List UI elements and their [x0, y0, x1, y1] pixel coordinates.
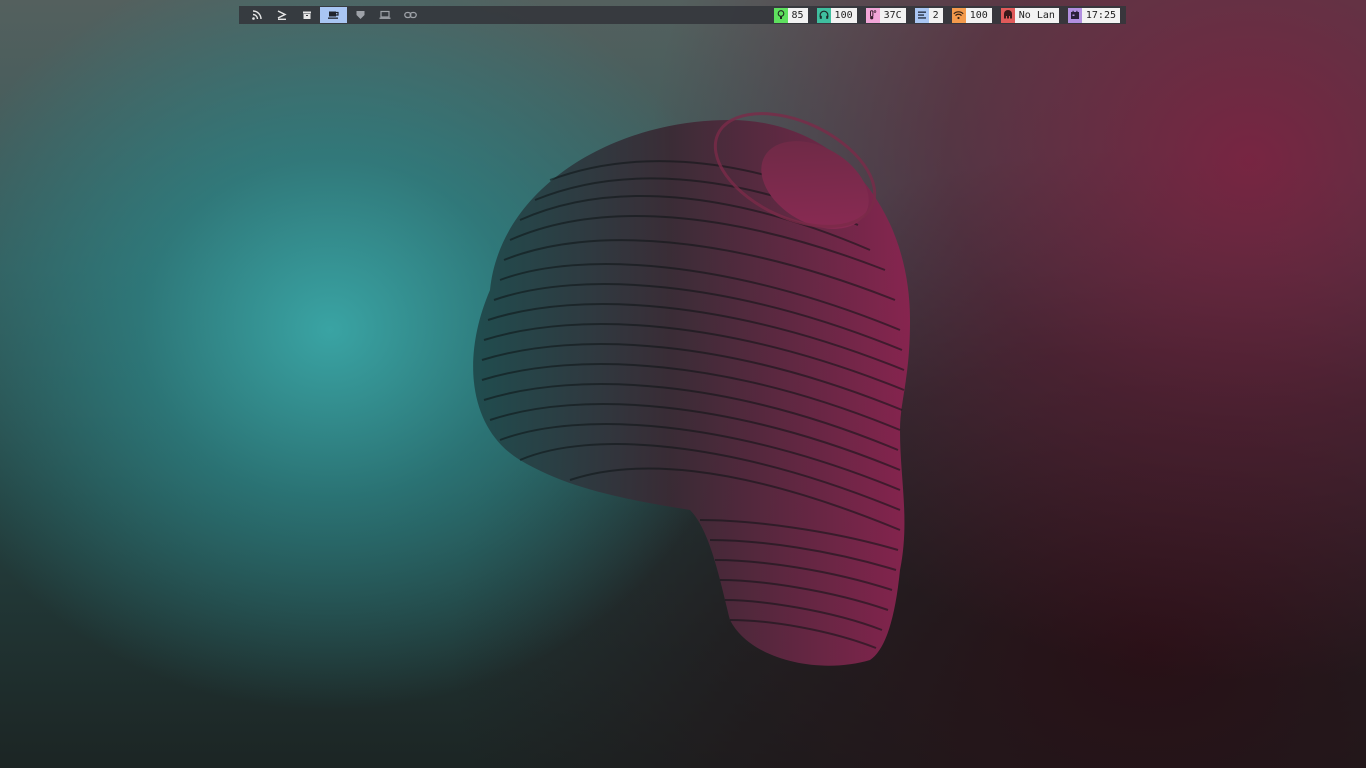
- clock-value: 17:25: [1081, 7, 1120, 23]
- workspace-shield[interactable]: [348, 7, 372, 23]
- wifi-value: 100: [965, 7, 992, 23]
- windows-value: 2: [928, 7, 943, 23]
- lines-icon: [914, 7, 929, 23]
- lan-module[interactable]: No Lan: [1000, 7, 1059, 23]
- clock-module[interactable]: 17:25: [1067, 7, 1120, 23]
- shield-icon: [356, 10, 365, 20]
- windows-module[interactable]: 2: [914, 7, 943, 23]
- calendar-icon: [1067, 7, 1082, 23]
- terminal-prompt-icon: [277, 10, 287, 20]
- workspace-coffee[interactable]: [320, 7, 347, 23]
- lan-value: No Lan: [1014, 7, 1059, 23]
- brightness-module[interactable]: 85: [773, 7, 808, 23]
- brightness-value: 85: [787, 7, 808, 23]
- workspace-list: [239, 6, 423, 24]
- volume-module[interactable]: 100: [816, 7, 857, 23]
- wifi-module[interactable]: 100: [951, 7, 992, 23]
- workspace-laptop[interactable]: [373, 7, 397, 23]
- laptop-icon: [379, 10, 391, 20]
- ethernet-icon: [1000, 7, 1015, 23]
- temperature-module: 37C: [865, 7, 906, 23]
- workspace-archive[interactable]: [295, 7, 319, 23]
- archive-box-icon: [302, 10, 312, 20]
- skull-artwork: [473, 112, 910, 666]
- wifi-icon: [951, 7, 966, 23]
- headphones-icon: [816, 7, 831, 23]
- workspace-rss[interactable]: [245, 7, 269, 23]
- rss-icon: [252, 10, 262, 20]
- bulb-icon: [773, 7, 788, 23]
- volume-value: 100: [830, 7, 857, 23]
- thermometer-icon: [865, 7, 880, 23]
- workspace-link[interactable]: [398, 7, 422, 23]
- workspace-terminal[interactable]: [270, 7, 294, 23]
- coffee-cup-icon: [327, 10, 340, 20]
- temperature-value: 37C: [879, 7, 906, 23]
- status-bar: 85 100 37C 2 100 No Lan 17:25: [239, 6, 1126, 24]
- status-modules: 85 100 37C 2 100 No Lan 17:25: [765, 6, 1127, 24]
- link-icon: [403, 10, 417, 20]
